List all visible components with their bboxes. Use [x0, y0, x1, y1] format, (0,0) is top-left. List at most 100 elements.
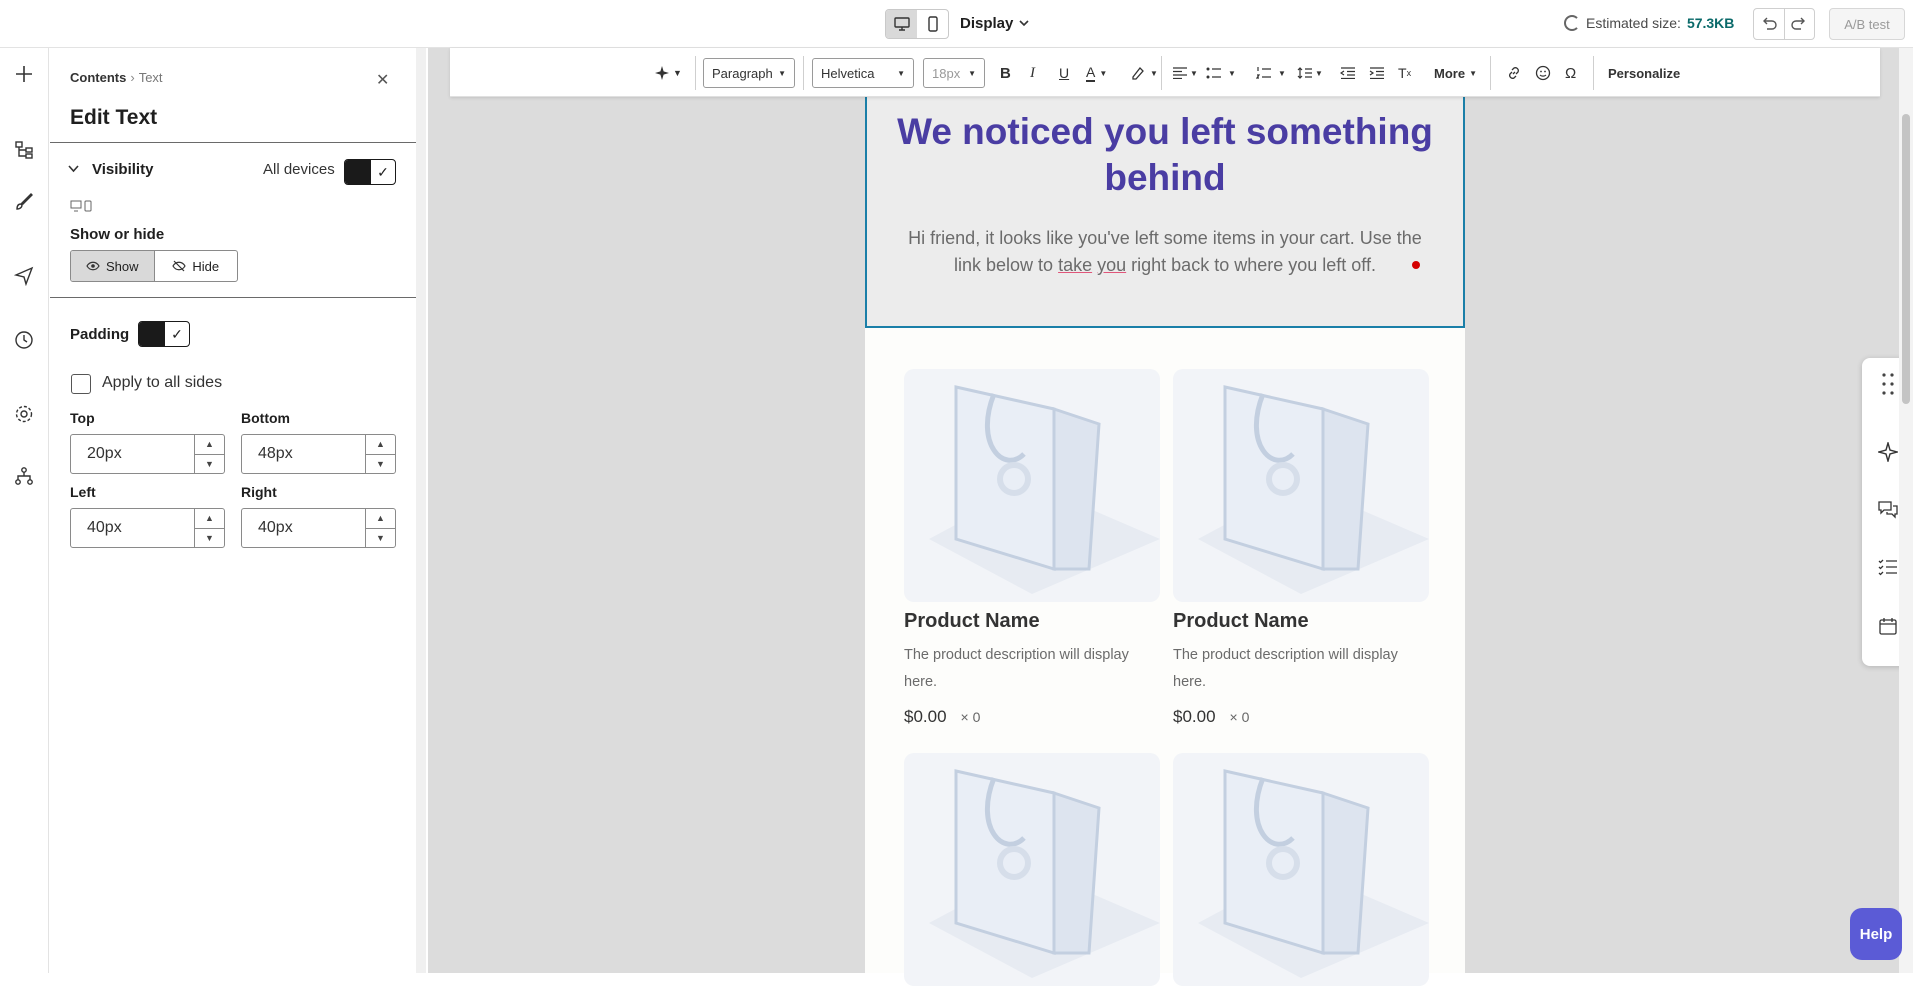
divider	[1490, 56, 1491, 90]
decrement-icon[interactable]: ▼	[366, 529, 395, 548]
increment-icon[interactable]: ▲	[366, 435, 395, 455]
product-price: $0.00 × 0	[904, 707, 981, 726]
decrement-icon[interactable]: ▼	[366, 455, 395, 474]
divider	[50, 297, 417, 298]
send-icon[interactable]	[12, 264, 36, 288]
left-padding-value[interactable]: 40px	[71, 509, 194, 547]
right-padding-input[interactable]: 40px ▲ ▼	[241, 508, 396, 548]
underline-icon[interactable]: U	[1059, 58, 1069, 88]
scrollbar-thumb[interactable]	[1902, 114, 1910, 404]
italic-icon[interactable]: I	[1030, 58, 1035, 88]
divider	[50, 142, 417, 143]
left-padding-label: Left	[70, 484, 96, 500]
personalize-button[interactable]: Personalize	[1608, 58, 1680, 88]
estimated-size: Estimated size: 57.3KB	[1564, 15, 1734, 31]
display-dropdown[interactable]: Display	[960, 15, 1029, 32]
eye-off-icon	[172, 260, 187, 272]
bottom-padding-input[interactable]: 48px ▲ ▼	[241, 434, 396, 474]
undo-icon	[1762, 17, 1777, 30]
top-padding-value[interactable]: 20px	[71, 435, 194, 473]
shopping-bag-image	[1173, 369, 1429, 602]
decrement-icon[interactable]: ▼	[195, 529, 224, 548]
estimated-size-label: Estimated size:	[1586, 15, 1681, 31]
redo-button[interactable]	[1785, 9, 1815, 39]
sparkle-icon	[655, 66, 669, 80]
canvas-scrollbar[interactable]	[1899, 48, 1913, 973]
add-icon[interactable]	[12, 62, 36, 86]
breadcrumb-separator: ›	[130, 70, 135, 85]
padding-toggle[interactable]: ✓	[138, 321, 190, 347]
apply-all-sides-checkbox[interactable]	[71, 374, 91, 394]
hero-heading[interactable]: We noticed you left something behind	[867, 109, 1463, 201]
mobile-view-button[interactable]	[917, 10, 948, 38]
more-button[interactable]: More ▼	[1434, 58, 1477, 88]
line-height-icon[interactable]: ▼	[1297, 58, 1323, 88]
desktop-icon	[893, 17, 910, 31]
help-button[interactable]: Help	[1850, 908, 1902, 960]
display-label: Display	[960, 15, 1014, 32]
hide-button[interactable]: Hide	[155, 251, 238, 281]
desktop-view-button[interactable]	[886, 10, 917, 38]
shopping-bag-image	[1173, 753, 1429, 986]
calendar-icon[interactable]	[1876, 614, 1900, 638]
special-character-icon[interactable]: Ω	[1565, 58, 1576, 88]
comments-icon[interactable]	[1876, 498, 1900, 522]
divider	[1593, 56, 1594, 90]
show-button[interactable]: Show	[71, 251, 155, 281]
sparkle-icon[interactable]	[1876, 440, 1900, 464]
block-type-select[interactable]: Paragraph ▼	[703, 58, 795, 88]
all-devices-toggle[interactable]: ✓	[344, 159, 396, 185]
close-icon[interactable]: ✕	[376, 70, 389, 90]
product-name: Product Name	[1173, 610, 1309, 632]
breadcrumb-current: Text	[138, 70, 163, 85]
left-padding-input[interactable]: 40px ▲ ▼	[70, 508, 225, 548]
font-size-select[interactable]: 18px ▼	[923, 58, 985, 88]
all-devices-label: All devices	[263, 161, 335, 178]
outdent-icon[interactable]	[1340, 58, 1356, 88]
bottom-padding-value[interactable]: 48px	[242, 435, 365, 473]
checklist-icon[interactable]	[1876, 556, 1900, 580]
top-padding-input[interactable]: 20px ▲ ▼	[70, 434, 225, 474]
hide-label: Hide	[192, 258, 220, 274]
visibility-section-label[interactable]: Visibility	[92, 161, 153, 178]
increment-icon[interactable]: ▲	[195, 435, 224, 455]
link-icon[interactable]	[1506, 58, 1522, 88]
numbered-list-icon[interactable]: ▼	[1256, 58, 1286, 88]
hero-body-text[interactable]: Hi friend, it looks like you've left som…	[905, 225, 1425, 279]
emoji-icon[interactable]	[1535, 58, 1551, 88]
drag-handle-icon[interactable]	[1876, 372, 1900, 396]
product-price: $0.00 × 0	[1173, 707, 1250, 726]
panel-scrollbar[interactable]	[416, 48, 426, 973]
increment-icon[interactable]: ▲	[195, 509, 224, 529]
top-bar: Display Estimated size: 57.3KB A/B test	[0, 0, 1913, 48]
breadcrumb: Contents › Text	[70, 70, 163, 85]
tree-structure-icon[interactable]	[12, 138, 36, 162]
highlight-icon[interactable]: ▼	[1130, 58, 1158, 88]
bullet-list-icon[interactable]: ▼	[1206, 58, 1236, 88]
bold-icon[interactable]: B	[1000, 58, 1011, 88]
clock-icon[interactable]	[12, 328, 36, 352]
font-family-select[interactable]: Helvetica ▼	[812, 58, 914, 88]
breadcrumb-contents[interactable]: Contents	[70, 70, 126, 85]
device-toggle	[885, 9, 949, 39]
check-icon: ✓	[171, 325, 183, 342]
brush-icon[interactable]	[12, 190, 36, 214]
decrement-icon[interactable]: ▼	[195, 455, 224, 474]
ai-assist-button[interactable]: ▼	[655, 58, 682, 88]
align-icon[interactable]: ▼	[1172, 58, 1198, 88]
increment-icon[interactable]: ▲	[366, 509, 395, 529]
gear-icon[interactable]	[12, 402, 36, 426]
flow-icon[interactable]	[12, 464, 36, 488]
chevron-down-icon[interactable]	[68, 164, 79, 176]
product-quantity: × 0	[1229, 709, 1250, 725]
show-or-hide-label: Show or hide	[70, 226, 165, 243]
text-color-icon[interactable]: A ▼	[1086, 58, 1107, 88]
right-padding-value[interactable]: 40px	[242, 509, 365, 547]
selected-text-block[interactable]: We noticed you left something behind Hi …	[865, 97, 1465, 328]
divider	[1161, 56, 1162, 90]
undo-button[interactable]	[1754, 9, 1785, 39]
ab-test-button[interactable]: A/B test	[1829, 8, 1905, 40]
indent-icon[interactable]	[1369, 58, 1385, 88]
clear-format-icon[interactable]: Tx	[1398, 58, 1411, 88]
rich-text-toolbar: ▼ Paragraph ▼ Helvetica ▼ 18px ▼ B I U A ▼ ▼…	[450, 48, 1880, 97]
